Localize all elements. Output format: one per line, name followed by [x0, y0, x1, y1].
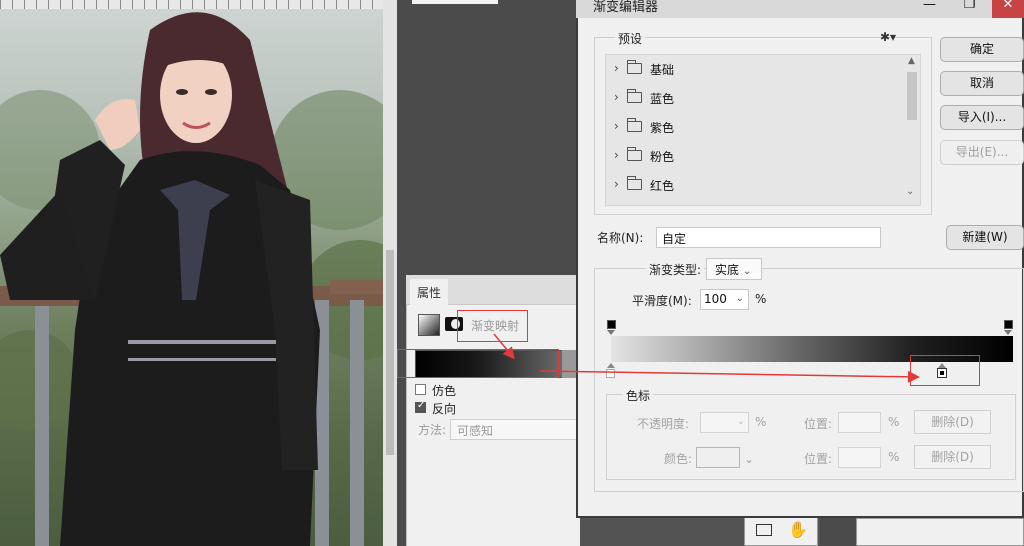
- annotation-arrow-down: [493, 333, 515, 360]
- annotation-arrows: [493, 333, 920, 383]
- annotation-arrow-right: [539, 370, 920, 383]
